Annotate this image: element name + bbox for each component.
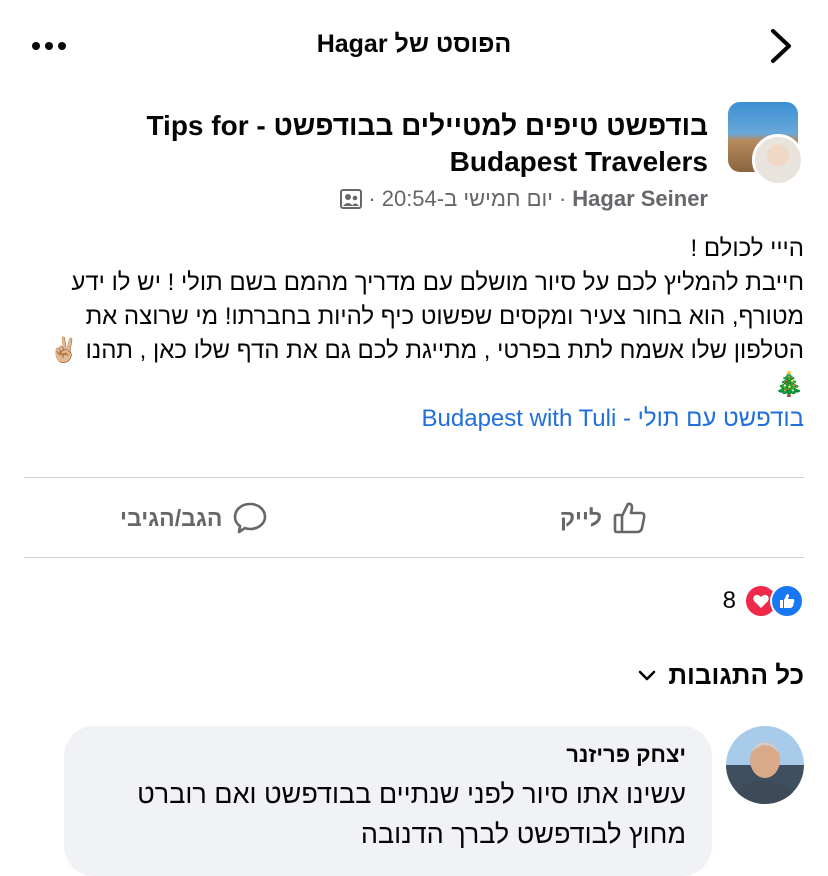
author-avatar[interactable] bbox=[752, 134, 804, 186]
reaction-count: 8 bbox=[722, 587, 736, 614]
more-options-icon[interactable] bbox=[32, 42, 66, 52]
comment-bubble[interactable]: יצחק פריזנר עשינו אתו סיור לפני שנתיים ב… bbox=[64, 726, 712, 876]
page-tag-link[interactable]: בודפשט עם תולי - Budapest with Tuli bbox=[24, 402, 804, 436]
divider bbox=[24, 557, 804, 558]
chevron-right-icon[interactable] bbox=[768, 28, 794, 64]
post-body: הייי לכולם ! חייבת להמליץ לכם על סיור מו… bbox=[24, 232, 804, 436]
comments-filter-label: כל התגובות bbox=[668, 660, 804, 690]
post-text-line: הייי לכולם ! bbox=[690, 235, 805, 262]
author-name-link[interactable]: Hagar Seiner bbox=[572, 186, 708, 212]
post-time[interactable]: יום חמישי ב-20:54 bbox=[382, 186, 553, 212]
comment-icon bbox=[234, 502, 267, 534]
group-members-icon bbox=[340, 189, 363, 209]
like-label: לייק bbox=[560, 504, 603, 531]
person-photo bbox=[734, 742, 796, 804]
reactions-summary[interactable]: 8 bbox=[723, 584, 804, 618]
meta-separator: · bbox=[558, 186, 567, 211]
meta-separator: · bbox=[368, 186, 376, 211]
post-meta: Hagar Seiner · יום חמישי ב-20:54 · bbox=[340, 186, 708, 212]
group-name-link[interactable]: בודפשט טיפים למטיילים בבודפשט - Tips for… bbox=[18, 108, 708, 180]
chevron-down-icon bbox=[639, 670, 656, 680]
post-text-line: חייבת להמליץ לכם על סיור מושלם עם מדריך … bbox=[49, 269, 804, 398]
comment-text: עשינו אתו סיור לפני שנתיים בבודפשט ואם ר… bbox=[137, 779, 686, 849]
like-button[interactable]: לייק bbox=[560, 498, 648, 538]
comment-author[interactable]: יצחק פריזנר bbox=[84, 740, 686, 770]
like-reaction-icon bbox=[770, 584, 804, 618]
divider bbox=[24, 477, 804, 478]
thumbs-up-icon bbox=[613, 502, 646, 534]
comment-label: הגב/הגיבי bbox=[120, 504, 223, 531]
commenter-avatar[interactable] bbox=[726, 726, 804, 804]
comment-button[interactable]: הגב/הגיבי bbox=[120, 498, 268, 538]
page-title: הפוסט של Hagar bbox=[316, 30, 512, 58]
comments-filter[interactable]: כל התגובות bbox=[638, 660, 804, 691]
